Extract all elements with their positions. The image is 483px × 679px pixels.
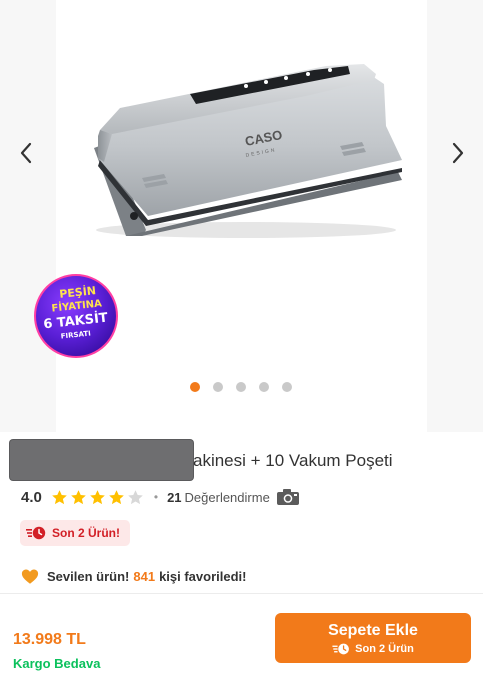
review-count[interactable]: 21: [167, 490, 181, 505]
star-filled-icon: [109, 489, 124, 504]
gallery-pagination: [190, 382, 292, 392]
low-stock-clock-icon: [26, 526, 46, 540]
fav-suffix: kişi favoriledi!: [159, 568, 247, 584]
star-empty-icon: [128, 489, 143, 504]
gallery-dot[interactable]: [282, 382, 292, 392]
gallery-dot[interactable]: [259, 382, 269, 392]
rating-value: 4.0: [21, 488, 42, 506]
star-filled-icon: [52, 489, 67, 504]
divider: [0, 593, 483, 594]
camera-icon[interactable]: [276, 488, 300, 506]
fav-prefix: Sevilen ürün!: [47, 568, 130, 584]
gallery-dot[interactable]: [236, 382, 246, 392]
taksit-promo-badge: PEŞİN FİYATINA 6 TAKSİT FIRSATI: [34, 274, 118, 358]
stock-clock-icon: [332, 643, 350, 654]
product-gallery[interactable]: CASO DESIGN PEŞİN FİYATINA 6 TAKSİT FIRS…: [0, 0, 483, 432]
heart-icon: [21, 568, 39, 584]
star-filled-icon: [71, 489, 86, 504]
gallery-next-button[interactable]: [443, 138, 473, 168]
rating-stars: [51, 489, 144, 506]
gallery-dot[interactable]: [190, 382, 200, 392]
cart-stock-label: Son 2 Ürün: [355, 642, 414, 655]
review-label[interactable]: Değerlendirme: [185, 490, 270, 505]
add-to-cart-button[interactable]: Sepete Ekle Son 2 Ürün: [275, 613, 471, 663]
favorites-info: Sevilen ürün! 841 kişi favoriledi!: [21, 566, 246, 586]
star-filled-icon: [90, 489, 105, 504]
product-title: akinesi + 10 Vakum Poşeti: [10, 440, 480, 480]
add-to-cart-stock: Son 2 Ürün: [332, 643, 414, 655]
product-image: CASO DESIGN: [94, 64, 402, 238]
rating-row[interactable]: 4.0 • 21 Değerlendirme: [21, 486, 300, 508]
gallery-dot[interactable]: [213, 382, 223, 392]
fav-count: 841: [133, 568, 156, 584]
title-redaction: [10, 440, 193, 480]
chevron-left-icon: [20, 142, 32, 164]
product-price: 13.998 TL: [13, 631, 86, 648]
free-shipping-label: Kargo Bedava: [13, 656, 101, 671]
add-to-cart-label: Sepete Ekle: [328, 621, 418, 639]
chevron-right-icon: [452, 142, 464, 164]
low-stock-badge: Son 2 Ürün!: [20, 520, 130, 546]
gallery-prev-button[interactable]: [11, 138, 41, 168]
product-title-text: akinesi + 10 Vakum Poşeti: [193, 451, 393, 470]
separator-dot: •: [153, 490, 159, 504]
low-stock-label: Son 2 Ürün!: [52, 526, 120, 540]
